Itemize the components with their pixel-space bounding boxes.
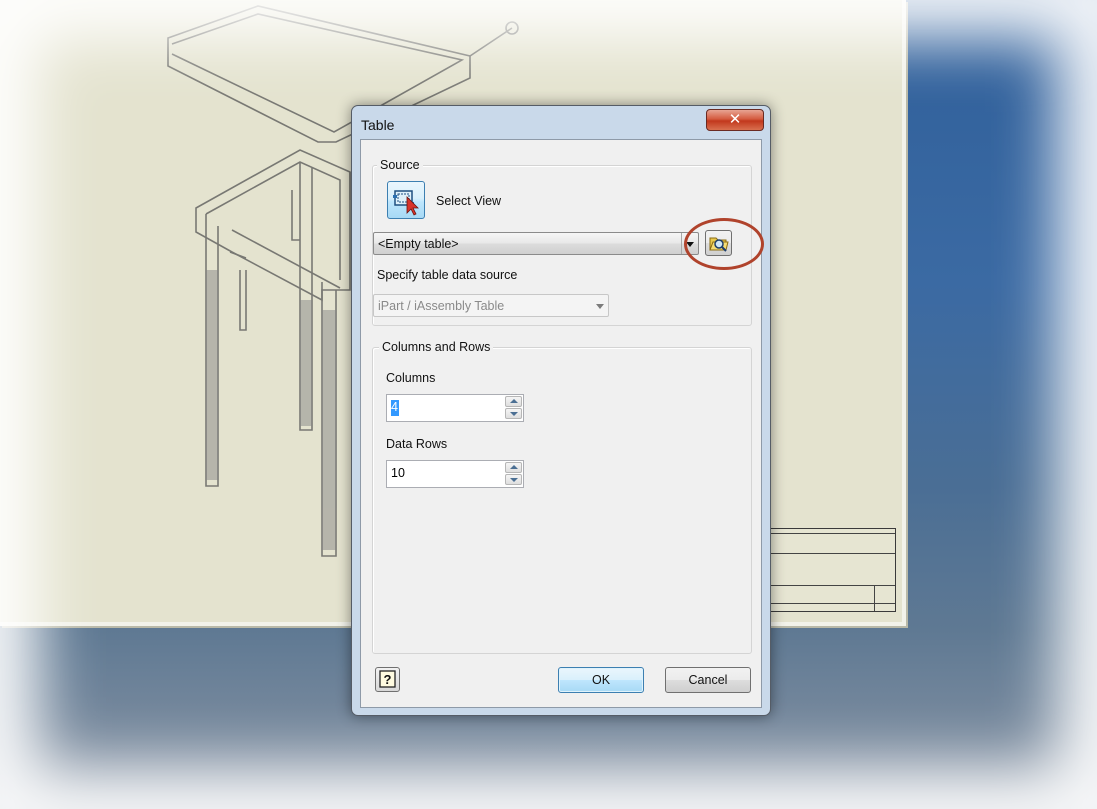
data-source-combo: iPart / iAssembly Table — [373, 294, 609, 317]
chevron-down-icon — [592, 295, 608, 316]
table-source-combo[interactable]: <Empty table> — [373, 232, 699, 255]
cancel-button[interactable]: Cancel — [665, 667, 751, 693]
highlight-annotation-circle — [684, 218, 764, 270]
table-dialog: Table ✕ Source Select View <Empty table> — [351, 105, 771, 716]
cancel-button-label: Cancel — [688, 673, 728, 687]
svg-text:?: ? — [384, 672, 392, 687]
ok-button-label: OK — [591, 673, 611, 687]
help-button[interactable]: ? — [375, 667, 400, 692]
dialog-client-area: Source Select View <Empty table> Specify… — [360, 139, 764, 708]
data-rows-label: Data Rows — [386, 437, 448, 451]
close-button[interactable]: ✕ — [706, 109, 764, 131]
table-source-combo-value: <Empty table> — [378, 237, 459, 251]
columns-input[interactable] — [389, 397, 503, 417]
columns-decrement-button[interactable] — [505, 408, 522, 419]
columns-rows-group-label: Columns and Rows — [379, 340, 494, 354]
data-rows-input[interactable] — [389, 463, 503, 483]
ok-button[interactable]: OK — [558, 667, 644, 693]
data-source-combo-value: iPart / iAssembly Table — [378, 299, 505, 313]
help-question-icon: ? — [379, 670, 396, 688]
drawing-title-block — [768, 528, 896, 612]
select-view-button[interactable] — [387, 181, 425, 219]
select-view-label: Select View — [436, 194, 502, 208]
columns-increment-button[interactable] — [505, 396, 522, 407]
data-rows-decrement-button[interactable] — [505, 474, 522, 485]
columns-label: Columns — [386, 371, 436, 385]
select-view-cursor-icon — [393, 190, 419, 216]
specify-source-label: Specify table data source — [377, 268, 518, 282]
source-group-label: Source — [377, 158, 423, 172]
columns-spinner[interactable] — [386, 394, 524, 422]
data-rows-increment-button[interactable] — [505, 462, 522, 473]
dialog-title: Table — [361, 117, 395, 133]
data-rows-spinner[interactable] — [386, 460, 524, 488]
close-icon: ✕ — [728, 111, 742, 128]
